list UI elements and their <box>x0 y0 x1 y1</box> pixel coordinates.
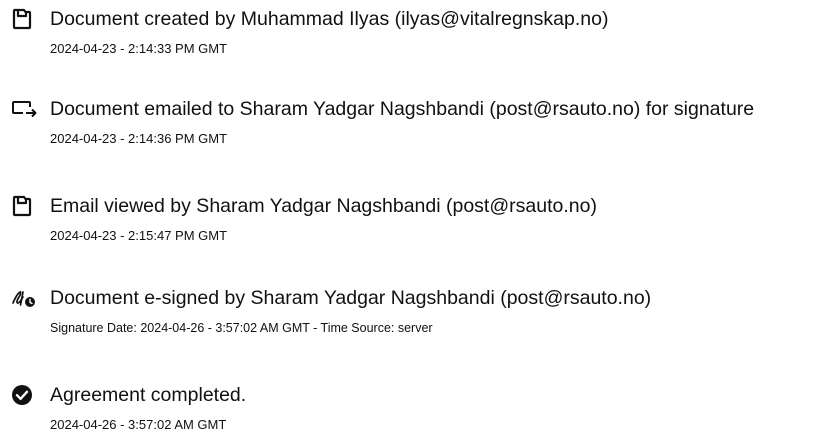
e-signature-icon <box>10 286 38 310</box>
email-sent-icon <box>10 97 38 121</box>
event-title: Email viewed by Sharam Yadgar Nagshbandi… <box>50 195 597 217</box>
event-timestamp: 2024-04-23 - 2:14:33 PM GMT <box>50 41 228 56</box>
event-signature-details: Signature Date: 2024-04-26 - 3:57:02 AM … <box>50 321 433 335</box>
document-viewed-icon <box>10 194 38 218</box>
document-created-icon <box>10 7 38 31</box>
event-title: Document emailed to Sharam Yadgar Nagshb… <box>50 98 755 120</box>
event-timestamp: 2024-04-26 - 3:57:02 AM GMT <box>50 417 227 432</box>
event-title: Agreement completed. <box>50 384 247 406</box>
event-timestamp: 2024-04-23 - 2:14:36 PM GMT <box>50 131 228 146</box>
event-title: Document e-signed by Sharam Yadgar Nagsh… <box>50 287 652 309</box>
check-circle-icon <box>10 383 38 407</box>
event-timestamp: 2024-04-23 - 2:15:47 PM GMT <box>50 228 228 243</box>
event-title: Document created by Muhammad Ilyas (ilya… <box>50 8 609 30</box>
